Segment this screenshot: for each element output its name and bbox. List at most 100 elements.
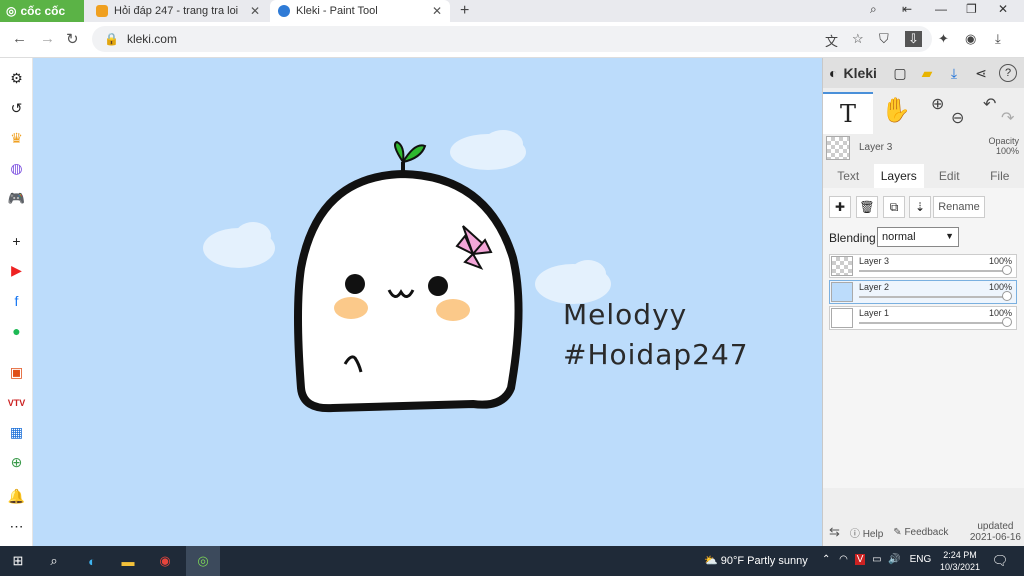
add-layer-icon[interactable]: ✚	[829, 196, 851, 218]
maps-icon[interactable]: ⊕	[8, 454, 25, 471]
open-folder-icon[interactable]: ▰	[918, 64, 936, 82]
vtv-icon[interactable]: VTV	[8, 394, 26, 411]
tab-title: Kleki - Paint Tool	[296, 5, 378, 17]
layer-item-selected[interactable]: Layer 2 100%	[829, 280, 1017, 304]
game-controller-icon[interactable]: 🎮	[8, 190, 25, 207]
cloud-shape	[450, 130, 526, 170]
zoom-in-icon[interactable]: ⊕	[931, 94, 944, 114]
weather-widget[interactable]: ⛅ 90°F Partly sunny	[704, 554, 808, 567]
search-icon[interactable]: ⌕	[44, 551, 64, 571]
drawing-canvas[interactable]: Melodyy #Hoidap247	[33, 58, 822, 546]
crown-icon[interactable]: ♛	[8, 130, 25, 147]
minimize-icon[interactable]: —	[935, 2, 947, 16]
redo-icon[interactable]: ↷	[1001, 108, 1014, 128]
tab-file[interactable]: File	[975, 164, 1024, 188]
swap-side-icon[interactable]: ⇆	[829, 524, 840, 540]
coccoc-menu-button[interactable]: ◎ cốc cốc	[0, 0, 84, 22]
watermark-tag: #Hoidap247	[563, 338, 749, 371]
windows-start-icon[interactable]: ⊞	[8, 551, 28, 571]
profile-icon[interactable]: ◉	[965, 31, 976, 47]
duplicate-layer-icon[interactable]: ⧉	[883, 196, 905, 218]
back-icon[interactable]: ←	[12, 30, 27, 47]
hand-tool-icon[interactable]: ✋	[881, 96, 911, 125]
search-tabs-icon[interactable]: ⌕	[870, 2, 877, 17]
volume-icon[interactable]: 🔊	[888, 554, 900, 565]
close-tab-icon[interactable]: ✕	[250, 4, 260, 18]
tab-hoidap[interactable]: Hỏi đáp 247 - trang tra loi ✕	[88, 0, 268, 22]
layer-opacity-slider[interactable]	[859, 322, 1006, 324]
edge-icon[interactable]: ◐	[82, 551, 102, 571]
help-button[interactable]: ⓘ Help	[850, 525, 883, 540]
translate-icon[interactable]: 文	[825, 31, 838, 50]
feedback-button[interactable]: ✎ Feedback	[893, 527, 948, 538]
updated-label: updated	[977, 521, 1014, 532]
rename-button[interactable]: Rename	[933, 196, 985, 218]
lock-icon: 🔒	[104, 32, 119, 46]
new-tab-button[interactable]: +	[452, 0, 477, 22]
tool-row: T ✋ ⊕ ⊖ ↶ ↷	[823, 92, 1024, 134]
chevron-up-icon[interactable]: ⌃	[822, 554, 830, 565]
text-tool-button[interactable]: T	[823, 92, 873, 134]
tiki-icon[interactable]: ▦	[8, 424, 25, 441]
delete-layer-icon[interactable]: 🗑	[856, 196, 878, 218]
panel-footer: ⇆ ⓘ Help ✎ Feedback updated 2021-06-16	[823, 518, 1024, 546]
history-icon[interactable]: ↺	[8, 100, 25, 117]
settings-gear-icon[interactable]: ⚙	[8, 70, 25, 87]
feedback-icon: ✎	[893, 526, 902, 538]
extensions-icon[interactable]: ✦	[938, 31, 949, 47]
tab-text[interactable]: Text	[823, 164, 874, 188]
language-indicator[interactable]: ENG	[910, 554, 932, 565]
layer-opacity-slider[interactable]	[859, 270, 1006, 272]
reload-icon[interactable]: ↻	[66, 30, 79, 48]
slider-knob[interactable]	[1002, 291, 1012, 301]
slider-knob[interactable]	[1002, 317, 1012, 327]
notifications-icon[interactable]: 🗨	[990, 551, 1010, 571]
youtube-icon[interactable]: ▶	[8, 262, 25, 279]
shopee-icon[interactable]: ▣	[8, 364, 25, 381]
forward-icon[interactable]: →	[40, 30, 55, 47]
messenger-icon[interactable]: ◍	[8, 160, 25, 177]
facebook-icon[interactable]: f	[8, 292, 25, 309]
layer-opacity-slider[interactable]	[859, 296, 1006, 298]
tab-layers[interactable]: Layers	[873, 164, 924, 188]
layer-item[interactable]: Layer 3 100%	[829, 254, 1017, 278]
download-manager-icon[interactable]: ⇩	[905, 31, 922, 47]
partly-sunny-icon: ⛅	[704, 555, 718, 567]
tab-edit[interactable]: Edit	[924, 164, 975, 188]
undo-icon[interactable]: ↶	[983, 94, 996, 114]
add-icon[interactable]: +	[8, 232, 25, 249]
layer-name: Layer 1	[859, 308, 890, 318]
zoom-out-icon[interactable]: ⊖	[951, 108, 964, 128]
wifi-icon[interactable]: ◠	[839, 554, 848, 565]
battery-icon[interactable]: ▭	[872, 554, 881, 565]
clock-date: 10/3/2021	[940, 562, 981, 572]
system-tray: ⌃ ◠ V ▭ 🔊 ENG	[822, 554, 931, 565]
layer-item[interactable]: Layer 1 100%	[829, 306, 1017, 330]
current-layer-name: Layer 3	[859, 142, 893, 153]
slider-knob[interactable]	[1002, 265, 1012, 275]
bookmark-star-icon[interactable]: ☆	[852, 31, 864, 47]
chrome-icon[interactable]: ◉	[155, 551, 175, 571]
download-image-icon[interactable]: ⤓	[945, 64, 963, 82]
blending-value: normal	[882, 231, 916, 243]
clock[interactable]: 2:24 PM 10/3/2021	[940, 549, 980, 573]
vivaldi-icon[interactable]: V	[854, 554, 866, 565]
help-icon[interactable]: ?	[999, 64, 1017, 82]
shield-icon[interactable]: ⛉	[879, 31, 889, 47]
downloads-icon[interactable]: ⤓	[995, 31, 1001, 47]
merge-layer-icon[interactable]: ⇣	[909, 196, 931, 218]
restore-icon[interactable]: ❐	[966, 2, 977, 16]
close-tab-icon[interactable]: ✕	[432, 4, 442, 18]
new-image-icon[interactable]: ▢	[891, 64, 909, 82]
spotify-icon[interactable]: ●	[8, 322, 25, 339]
tab-kleki[interactable]: Kleki - Paint Tool ✕	[270, 0, 450, 22]
close-window-icon[interactable]: ✕	[998, 2, 1008, 16]
share-icon[interactable]: ⋖	[972, 64, 990, 82]
notifications-bell-icon[interactable]: 🔔	[8, 488, 25, 505]
file-explorer-icon[interactable]: ▬	[118, 551, 138, 571]
url-field[interactable]: 🔒 kleki.com	[92, 26, 932, 52]
more-icon[interactable]: ⋯	[8, 518, 25, 535]
blending-select[interactable]: normal ▼	[877, 227, 959, 247]
pin-icon[interactable]: ⇤	[902, 2, 912, 16]
coccoc-taskbar-icon[interactable]: ◎	[186, 546, 220, 576]
